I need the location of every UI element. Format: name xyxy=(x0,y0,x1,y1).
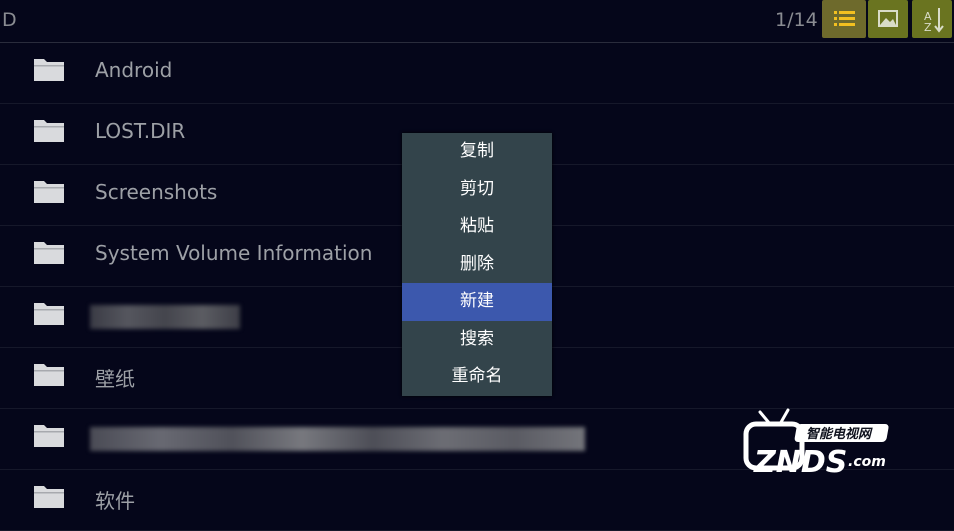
watermark-cn-text: 智能电视网 xyxy=(806,426,873,442)
file-row[interactable]: 软件 xyxy=(0,470,954,531)
folder-icon xyxy=(34,364,64,386)
folder-icon xyxy=(34,303,64,325)
watermark-en-text: ZNDS xyxy=(753,445,847,478)
menu-item-delete[interactable]: 删除 xyxy=(402,246,552,284)
sort-icon: A Z xyxy=(924,8,944,34)
menu-item-paste[interactable]: 粘贴 xyxy=(402,208,552,246)
menu-item-rename[interactable]: 重命名 xyxy=(402,358,552,396)
file-row[interactable]: Android xyxy=(0,43,954,104)
znds-watermark-logo: 智能电视网 ZNDS .com xyxy=(743,408,889,478)
menu-item-search[interactable]: 搜索 xyxy=(402,321,552,359)
folder-icon xyxy=(34,486,64,508)
menu-item-copy[interactable]: 复制 xyxy=(402,133,552,171)
file-name: Android xyxy=(95,58,173,82)
thumbnail-view-button[interactable] xyxy=(868,0,908,38)
image-icon xyxy=(878,10,898,27)
current-path: D xyxy=(2,9,17,31)
folder-icon xyxy=(34,120,64,142)
top-bar: D 1/14 A Z xyxy=(0,0,954,43)
file-name: LOST.DIR xyxy=(95,119,186,143)
list-icon xyxy=(834,11,855,26)
file-name: 壁纸 xyxy=(95,367,135,391)
file-name: Screenshots xyxy=(95,180,218,204)
folder-icon xyxy=(34,181,64,203)
sort-button[interactable]: A Z xyxy=(912,0,952,38)
redacted-file-name xyxy=(90,427,585,451)
folder-icon xyxy=(34,59,64,81)
redacted-file-name xyxy=(90,305,240,329)
list-view-button[interactable] xyxy=(822,0,866,38)
context-menu: 复制 剪切 粘贴 删除 新建 搜索 重命名 xyxy=(402,133,552,396)
watermark-domain-text: .com xyxy=(848,454,886,470)
folder-icon xyxy=(34,425,64,447)
file-name: 软件 xyxy=(95,489,135,513)
folder-icon xyxy=(34,242,64,264)
page-indicator: 1/14 xyxy=(775,9,818,31)
menu-item-cut[interactable]: 剪切 xyxy=(402,171,552,209)
file-name: System Volume Information xyxy=(95,241,373,265)
svg-text:Z: Z xyxy=(924,21,932,34)
menu-item-new[interactable]: 新建 xyxy=(402,283,552,321)
